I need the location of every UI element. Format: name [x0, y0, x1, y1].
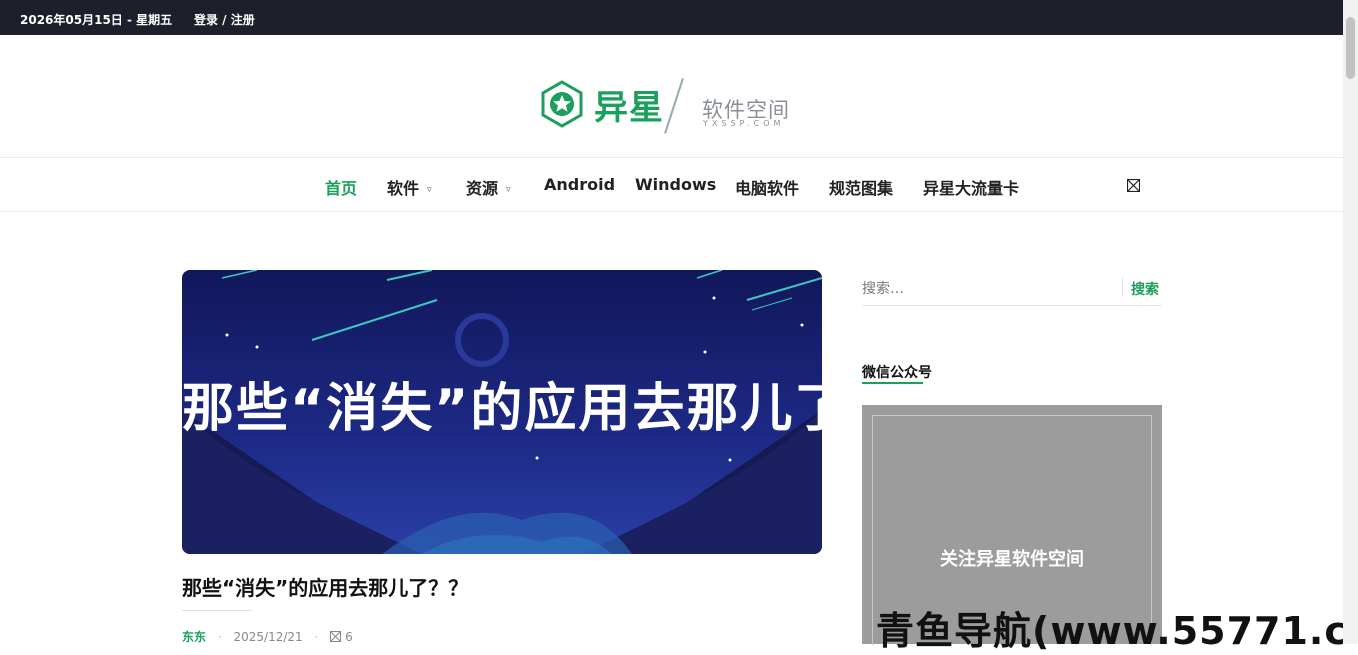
post-title[interactable]: 那些“消失”的应用去那儿了？？ [182, 572, 468, 601]
main-nav: 首页 软件 ▿ 资源 ▿ Android Windows 电脑软件 规范图集 异星大… [0, 175, 1343, 199]
nav-item-windows[interactable]: Windows [635, 175, 716, 194]
chevron-down-icon: ▿ [506, 185, 511, 195]
chevron-down-icon: ▿ [427, 185, 432, 195]
nav-item-home[interactable]: 首页 [325, 175, 357, 199]
search-separator [1122, 277, 1123, 297]
meta-separator: · [217, 630, 222, 644]
wechat-widget-title: 微信公众号 [862, 365, 932, 381]
search-button[interactable]: 搜索 [1131, 279, 1159, 299]
top-bar: 2026年05月15日 - 星期五 登录 / 注册 [0, 0, 1343, 35]
nav-divider-bottom [0, 211, 1343, 212]
site-logo[interactable]: 异星 软件空间 YXSSP.COM [540, 76, 810, 134]
post-meta: 东东 · 2025/12/21 · 6 [182, 628, 353, 645]
featured-image-text: 那些“消失”的应用去那儿了? [182, 379, 822, 439]
post-featured-image[interactable]: 那些“消失”的应用去那儿了? [182, 270, 822, 554]
logo-domain: YXSSP.COM [703, 119, 785, 128]
logo-name: 异星 [594, 88, 664, 128]
star-hexagon-icon [541, 80, 583, 128]
title-underline [182, 610, 252, 611]
nav-item-resources[interactable]: 资源 ▿ [466, 175, 511, 199]
post-author[interactable]: 东东 [182, 630, 206, 644]
nav-item-software[interactable]: 软件 ▿ [387, 175, 432, 199]
page-scrollbar[interactable] [1343, 0, 1358, 644]
meta-separator: · [314, 630, 319, 644]
watermark-text: 青鱼导航(www.55771.cn) [876, 609, 1358, 653]
widget-underline [862, 382, 923, 384]
nav-item-drawings[interactable]: 规范图集 [829, 175, 893, 199]
scrollbar-thumb[interactable] [1346, 17, 1355, 79]
comment-count: 6 [345, 630, 353, 644]
login-register-link[interactable]: 登录 / 注册 [194, 11, 255, 28]
comment-icon [330, 631, 342, 642]
logo-divider [664, 78, 684, 134]
search-input[interactable] [862, 278, 1112, 300]
post-date: 2025/12/21 [233, 630, 303, 644]
search-icon[interactable] [1127, 179, 1140, 192]
nav-divider-top [0, 157, 1343, 158]
current-date: 2026年05月15日 - 星期五 [20, 13, 173, 27]
nav-item-android[interactable]: Android [544, 175, 615, 194]
nav-item-data-card[interactable]: 异星大流量卡 [923, 175, 1019, 199]
sidebar-search: 搜索 [862, 275, 1162, 306]
nav-item-pc-software[interactable]: 电脑软件 [735, 175, 799, 199]
qr-label: 关注异星软件空间 [940, 549, 1084, 570]
